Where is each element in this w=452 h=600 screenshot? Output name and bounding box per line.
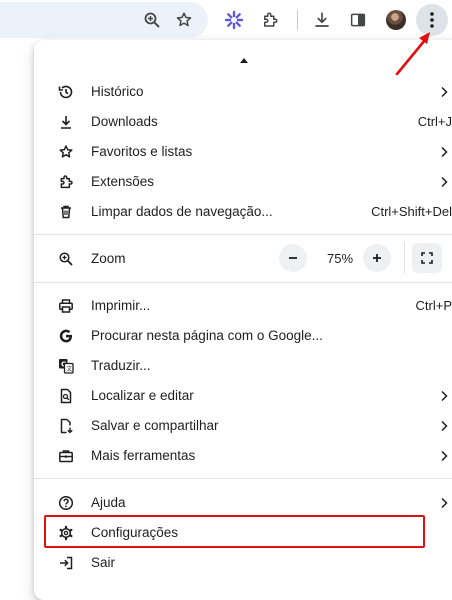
menu-item-salvar[interactable]: Salvar e compartilhar <box>34 411 452 441</box>
menu-item-shortcut: Ctrl+J <box>417 114 452 129</box>
zoom-out-button[interactable] <box>279 244 307 272</box>
menu-item-extensoes[interactable]: Extensões <box>34 167 452 197</box>
plus-icon <box>373 254 381 262</box>
menu-item-label: Ajuda <box>91 495 126 510</box>
menu-item-label: Procurar nesta página com o Google... <box>91 328 323 343</box>
extensions-puzzle-icon[interactable] <box>257 7 283 33</box>
menu-item-label: Salvar e compartilhar <box>91 418 219 433</box>
zoom-separator <box>404 242 405 274</box>
menu-caret-icon <box>240 58 248 63</box>
download-icon[interactable] <box>309 7 335 33</box>
find-page-icon <box>58 388 74 404</box>
menu-item-downloads[interactable]: Downloads Ctrl+J <box>34 107 452 137</box>
menu-item-mais[interactable]: Mais ferramentas <box>34 441 452 471</box>
zoom-value: 75% <box>326 251 354 266</box>
history-icon <box>58 84 74 100</box>
download-icon <box>58 114 74 130</box>
fullscreen-icon <box>421 252 433 264</box>
menu-item-label: Histórico <box>91 84 144 99</box>
menu-item-sair[interactable]: Sair <box>34 548 452 578</box>
browser-toolbar <box>0 0 452 40</box>
trash-icon <box>58 204 74 220</box>
toolbar-separator <box>297 10 298 30</box>
chevron-right-icon <box>440 175 448 193</box>
menu-item-label: Downloads <box>91 114 158 129</box>
chevron-right-icon <box>440 85 448 103</box>
translate-icon: G文 <box>58 358 74 374</box>
zoom-in-icon[interactable] <box>139 7 165 33</box>
menu-item-procurar[interactable]: Procurar nesta página com o Google... <box>34 321 452 351</box>
zoom-label: Zoom <box>91 251 126 266</box>
chevron-right-icon <box>440 419 448 437</box>
chevron-right-icon <box>440 145 448 163</box>
chevron-right-icon <box>440 389 448 407</box>
printer-icon <box>58 298 74 314</box>
menu-item-label: Imprimir... <box>91 298 151 313</box>
annotation-arrow-icon <box>395 32 430 76</box>
bookmark-star-icon[interactable] <box>171 7 197 33</box>
minus-icon <box>289 257 297 259</box>
menu-item-label: Limpar dados de navegação... <box>91 204 273 219</box>
toolbox-icon <box>58 448 74 464</box>
menu-item-label: Favoritos e listas <box>91 144 193 159</box>
zoom-icon <box>58 251 74 267</box>
save-share-icon <box>58 418 74 434</box>
puzzle-icon <box>58 174 74 190</box>
menu-item-favoritos[interactable]: Favoritos e listas <box>34 137 452 167</box>
menu-item-imprimir[interactable]: Imprimir... Ctrl+P <box>34 291 452 321</box>
menu-item-label: Traduzir... <box>91 358 151 373</box>
menu-divider <box>34 234 452 235</box>
menu-item-limpar[interactable]: Limpar dados de navegação... Ctrl+Shift+… <box>34 197 452 227</box>
menu-item-localizar[interactable]: Localizar e editar <box>34 381 452 411</box>
menu-item-historico[interactable]: Histórico <box>34 77 452 107</box>
menu-divider <box>34 282 452 283</box>
menu-item-label: Sair <box>91 555 116 570</box>
help-icon <box>58 495 74 511</box>
menu-item-label: Extensões <box>91 174 155 189</box>
chevron-right-icon <box>440 496 448 514</box>
menu-item-label: Localizar e editar <box>91 388 194 403</box>
side-panel-icon[interactable] <box>345 7 371 33</box>
chevron-right-icon <box>440 449 448 467</box>
star-icon <box>58 144 74 160</box>
svg-text:文: 文 <box>66 365 72 373</box>
menu-item-label: Mais ferramentas <box>91 448 196 463</box>
extension-flower-icon[interactable] <box>221 7 247 33</box>
menu-item-ajuda[interactable]: Ajuda <box>34 488 452 518</box>
exit-icon <box>58 555 74 571</box>
menu-item-shortcut: Ctrl+P <box>415 298 452 313</box>
menu-item-traduzir[interactable]: G文 Traduzir... <box>34 351 452 381</box>
fullscreen-button[interactable] <box>412 243 442 273</box>
google-g-icon <box>58 328 74 344</box>
avatar[interactable] <box>386 10 406 30</box>
menu-item-shortcut: Ctrl+Shift+Del <box>371 204 452 219</box>
menu-divider <box>34 478 452 479</box>
zoom-in-button[interactable] <box>363 244 391 272</box>
highlight-box <box>44 515 425 548</box>
